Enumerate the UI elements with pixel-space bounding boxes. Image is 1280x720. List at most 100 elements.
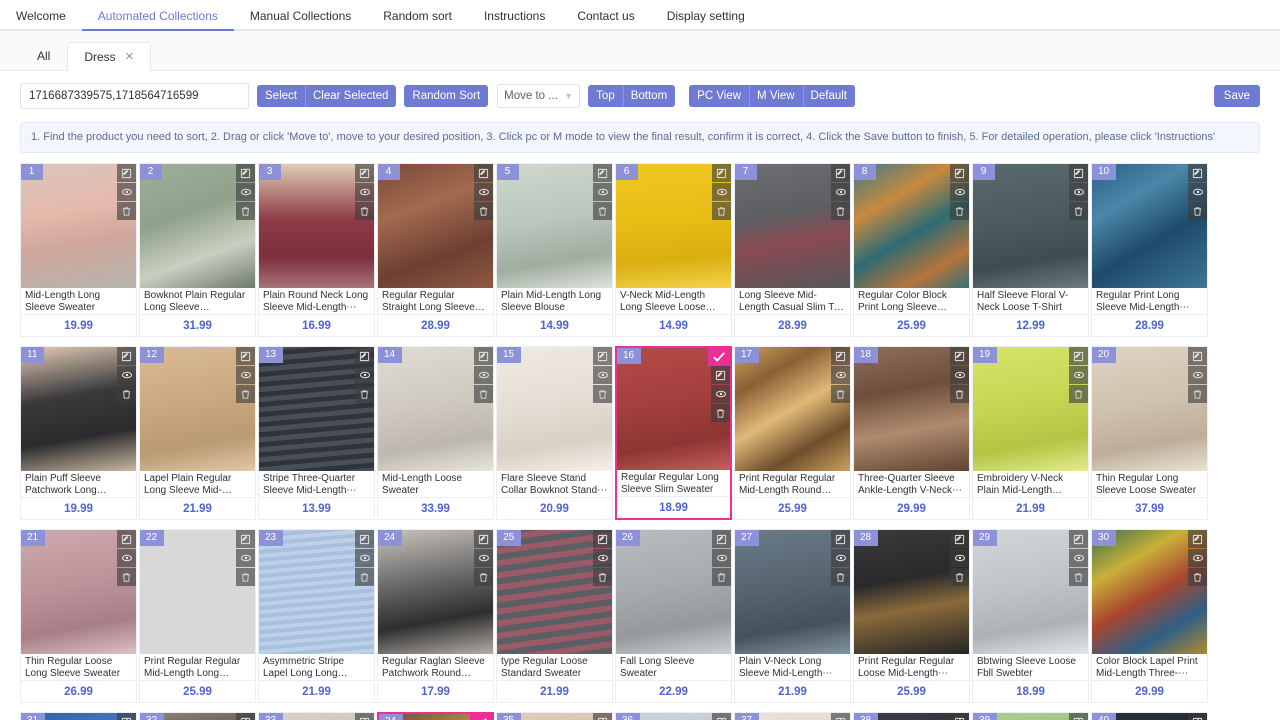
trash-icon[interactable] [1069,202,1088,220]
product-card[interactable]: 22Print Regular Regular Mid-Length Long … [139,529,256,703]
edit-icon[interactable] [1069,530,1088,548]
eye-icon[interactable] [117,183,136,201]
clear-selected-button[interactable]: Clear Selected [305,85,396,107]
eye-icon[interactable] [831,366,850,384]
trash-icon[interactable] [1069,385,1088,403]
product-card[interactable]: 19Embroidery V-Neck Plain Mid-Length Lon… [972,346,1089,520]
product-card[interactable]: 4Regular Regular Straight Long Sleeve Sw… [377,163,494,337]
trash-icon[interactable] [474,568,493,586]
trash-icon[interactable] [355,568,374,586]
eye-icon[interactable] [1069,549,1088,567]
edit-icon[interactable] [236,347,255,365]
product-card[interactable]: 9Half Sleeve Floral V-Neck Loose T-Shirt… [972,163,1089,337]
eye-icon[interactable] [1069,183,1088,201]
edit-icon[interactable] [1188,713,1207,720]
product-card[interactable]: 24Regular Raglan Sleeve Patchwork Round … [377,529,494,703]
tab-all[interactable]: All [20,41,67,70]
eye-icon[interactable] [355,366,374,384]
trash-icon[interactable] [831,385,850,403]
topnav-item-display-setting[interactable]: Display setting [651,0,761,31]
trash-icon[interactable] [474,385,493,403]
product-card[interactable]: 3Plain Round Neck Long Sleeve Mid-Length… [258,163,375,337]
product-card[interactable]: 10Regular Print Long Sleeve Mid-Length⋯2… [1091,163,1208,337]
trash-icon[interactable] [1188,202,1207,220]
trash-icon[interactable] [831,202,850,220]
eye-icon[interactable] [831,183,850,201]
edit-icon[interactable] [831,530,850,548]
topnav-item-random-sort[interactable]: Random sort [367,0,468,31]
bottom-button[interactable]: Bottom [623,85,675,107]
edit-icon[interactable] [593,347,612,365]
trash-icon[interactable] [711,404,730,422]
edit-icon[interactable] [831,164,850,182]
move-to-select[interactable]: Move to ... ▼ [497,84,580,108]
edit-icon[interactable] [950,713,969,720]
trash-icon[interactable] [117,385,136,403]
eye-icon[interactable] [236,183,255,201]
product-card[interactable]: 1Mid-Length Long Sleeve Sweater19.99 [20,163,137,337]
edit-icon[interactable] [593,164,612,182]
edit-icon[interactable] [712,713,731,720]
product-card[interactable]: 40 [1091,712,1208,720]
eye-icon[interactable] [711,385,730,403]
product-card[interactable]: 8Regular Color Block Print Long Sleeve M… [853,163,970,337]
trash-icon[interactable] [1188,385,1207,403]
eye-icon[interactable] [1188,549,1207,567]
trash-icon[interactable] [712,202,731,220]
edit-icon[interactable] [593,713,612,720]
save-button[interactable]: Save [1214,85,1260,107]
eye-icon[interactable] [355,183,374,201]
edit-icon[interactable] [831,713,850,720]
eye-icon[interactable] [355,549,374,567]
topnav-item-manual-collections[interactable]: Manual Collections [234,0,367,31]
edit-icon[interactable] [355,347,374,365]
product-card[interactable]: 6V-Neck Mid-Length Long Sleeve Loose T-⋯… [615,163,732,337]
edit-icon[interactable] [474,347,493,365]
eye-icon[interactable] [950,366,969,384]
eye-icon[interactable] [474,549,493,567]
edit-icon[interactable] [236,713,255,720]
product-card[interactable]: 2Bowknot Plain Regular Long Sleeve Stand… [139,163,256,337]
product-card[interactable]: 20Thin Regular Long Sleeve Loose Sweater… [1091,346,1208,520]
product-card[interactable]: 27Plain V-Neck Long Sleeve Mid-Length⋯21… [734,529,851,703]
trash-icon[interactable] [1069,568,1088,586]
product-card[interactable]: 13Stripe Three-Quarter Sleeve Mid-Length… [258,346,375,520]
edit-icon[interactable] [355,713,374,720]
eye-icon[interactable] [1069,366,1088,384]
eye-icon[interactable] [950,549,969,567]
edit-icon[interactable] [950,347,969,365]
product-card[interactable]: 15Flare Sleeve Stand Collar Bowknot Stan… [496,346,613,520]
trash-icon[interactable] [593,568,612,586]
eye-icon[interactable] [593,549,612,567]
default-view-button[interactable]: Default [803,85,855,107]
trash-icon[interactable] [236,202,255,220]
trash-icon[interactable] [117,568,136,586]
edit-icon[interactable] [950,530,969,548]
product-card[interactable]: 5Plain Mid-Length Long Sleeve Blouse14.9… [496,163,613,337]
eye-icon[interactable] [950,183,969,201]
select-button[interactable]: Select [257,85,305,107]
trash-icon[interactable] [236,568,255,586]
topnav-item-welcome[interactable]: Welcome [0,0,82,31]
product-card[interactable]: 12Lapel Plain Regular Long Sleeve Mid-Le… [139,346,256,520]
eye-icon[interactable] [117,549,136,567]
product-card[interactable]: 23Asymmetric Stripe Lapel Long Long Slee… [258,529,375,703]
eye-icon[interactable] [1188,183,1207,201]
check-icon[interactable] [708,348,730,366]
eye-icon[interactable] [117,366,136,384]
product-card[interactable]: 16Regular Regular Long Sleeve Slim Sweat… [615,346,732,520]
edit-icon[interactable] [950,164,969,182]
eye-icon[interactable] [474,366,493,384]
edit-icon[interactable] [1188,164,1207,182]
edit-icon[interactable] [236,530,255,548]
trash-icon[interactable] [236,385,255,403]
trash-icon[interactable] [950,568,969,586]
eye-icon[interactable] [712,183,731,201]
product-card[interactable]: 25type Regular Loose Standard Sweater21.… [496,529,613,703]
edit-icon[interactable] [117,347,136,365]
trash-icon[interactable] [355,385,374,403]
edit-icon[interactable] [117,713,136,720]
product-card[interactable]: 33 [258,712,375,720]
eye-icon[interactable] [593,183,612,201]
product-card[interactable]: 34 [377,712,494,720]
